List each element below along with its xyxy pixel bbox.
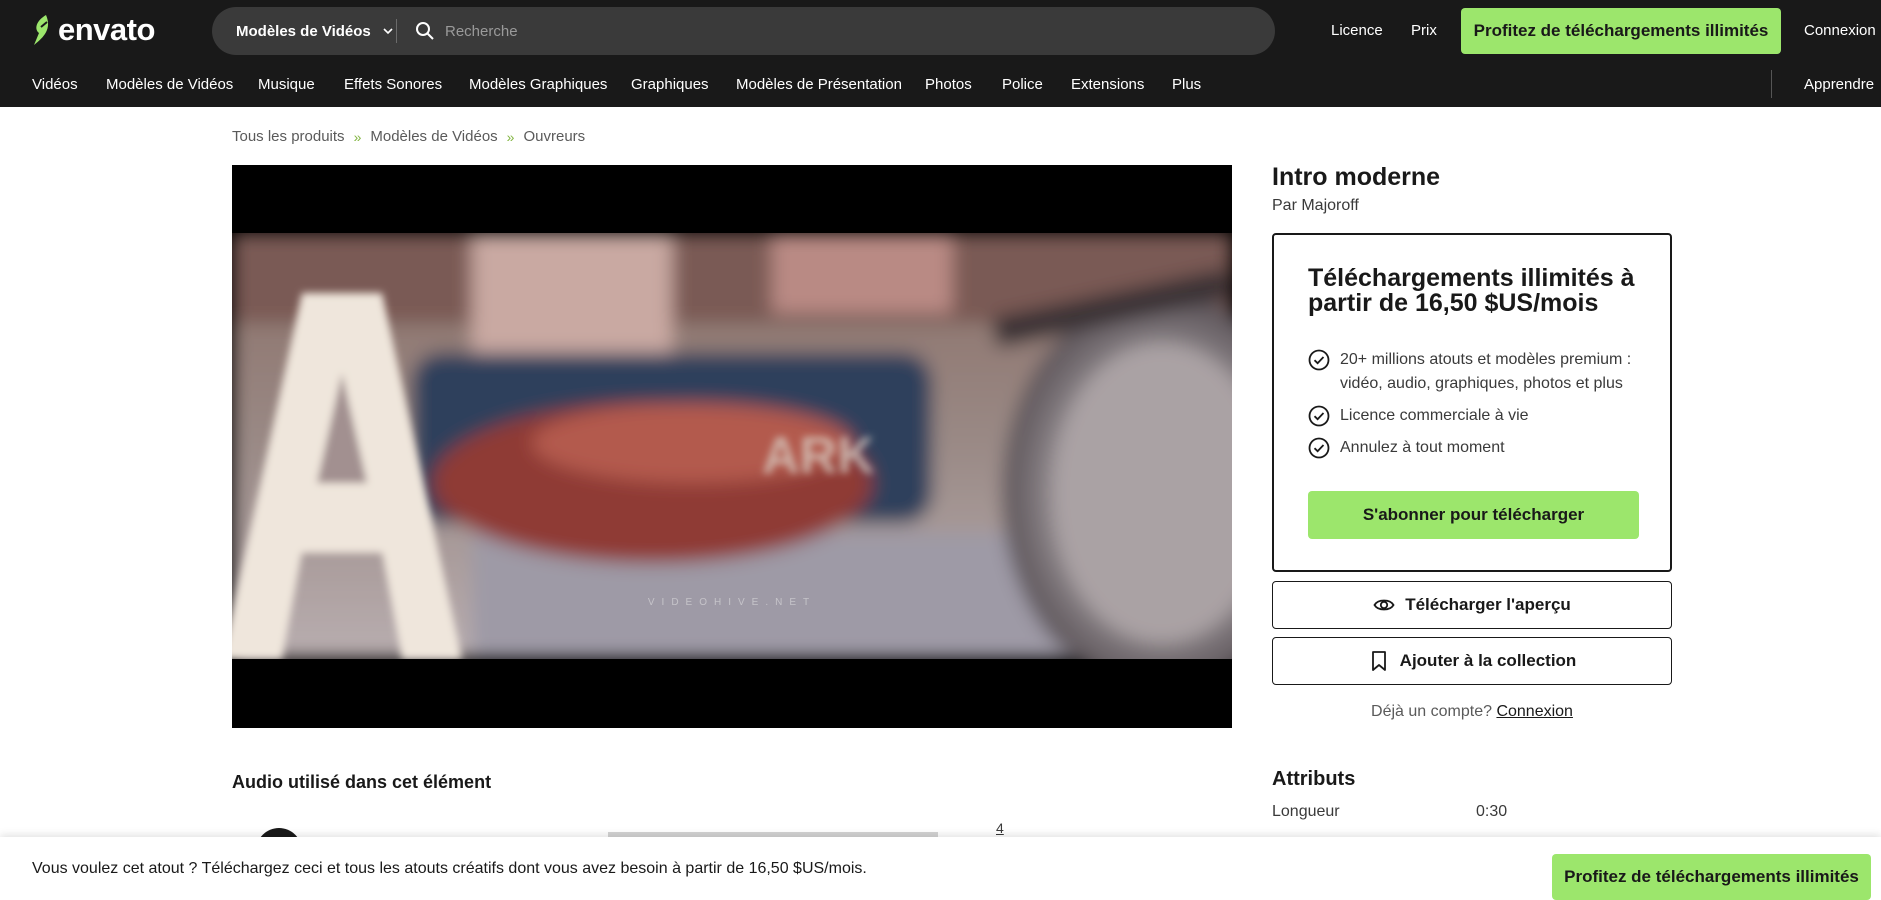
breadcrumb-openers[interactable]: Ouvreurs — [523, 128, 585, 145]
feature-text: Annulez à tout moment — [1340, 439, 1505, 456]
nav-item-fonts[interactable]: Police — [1002, 62, 1043, 107]
nav-item-music[interactable]: Musique — [258, 62, 315, 107]
search-input[interactable] — [445, 22, 1225, 40]
nav-item-more[interactable]: Plus — [1172, 62, 1201, 107]
logo-text: envato — [58, 12, 155, 47]
top-header: envato Modèles de Vidéos Licence Prix Pr… — [0, 0, 1881, 62]
nav-item-graphics[interactable]: Graphiques — [631, 62, 709, 107]
unlimited-downloads-button[interactable]: Profitez de téléchargements illimités — [1461, 8, 1781, 54]
feature-item: Annulez à tout moment — [1308, 436, 1650, 460]
category-nav: Vidéos Modèles de Vidéos Musique Effets … — [0, 62, 1881, 107]
account-question: Déjà un compte? — [1371, 703, 1492, 720]
video-frame: ARK VIDEOHIVE.NET — [232, 233, 1232, 659]
envato-leaf-icon — [34, 15, 49, 45]
product-title: Intro moderne — [1272, 163, 1441, 191]
nav-item-add-ons[interactable]: Extensions — [1071, 62, 1144, 107]
feature-text: Licence commerciale à vie — [1340, 407, 1529, 424]
nav-item-presentation-templates[interactable]: Modèles de Présentation — [736, 62, 902, 107]
add-to-collection-button[interactable]: Ajouter à la collection — [1272, 637, 1672, 685]
breadcrumb-separator: » — [353, 128, 362, 145]
eye-icon — [1373, 599, 1395, 611]
pricing-card: Téléchargements illimités à partir de 16… — [1272, 233, 1672, 572]
banner-text: Vous voulez cet atout ? Téléchargez ceci… — [32, 860, 867, 877]
search-bar: Modèles de Vidéos — [212, 7, 1275, 55]
license-link[interactable]: Licence — [1331, 0, 1383, 62]
nav-divider — [1771, 70, 1772, 98]
audio-count-link[interactable]: 4 — [996, 820, 1004, 836]
breadcrumb-all-products[interactable]: Tous les produits — [232, 128, 345, 145]
add-to-collection-label: Ajouter à la collection — [1399, 651, 1577, 670]
feature-text: 20+ millions atouts et modèles premium :… — [1340, 351, 1632, 392]
breadcrumb: Tous les produits » Modèles de Vidéos » … — [232, 128, 585, 145]
signin-link[interactable]: Connexion — [1804, 0, 1876, 62]
nav-item-photos[interactable]: Photos — [925, 62, 972, 107]
breadcrumb-separator: » — [506, 128, 515, 145]
breadcrumb-video-templates[interactable]: Modèles de Vidéos — [370, 128, 497, 145]
download-preview-label: Télécharger l'aperçu — [1405, 595, 1571, 614]
category-select-label: Modèles de Vidéos — [236, 22, 371, 40]
nav-item-learn[interactable]: Apprendre — [1804, 62, 1874, 107]
video-preview-player[interactable]: ARK VIDEOHIVE.NET — [232, 165, 1232, 728]
product-author[interactable]: Par Majoroff — [1272, 197, 1359, 215]
download-preview-button[interactable]: Télécharger l'aperçu — [1272, 581, 1672, 629]
pricing-link[interactable]: Prix — [1411, 0, 1437, 62]
feature-item: 20+ millions atouts et modèles premium :… — [1308, 348, 1650, 396]
check-circle-icon — [1308, 405, 1330, 427]
envato-logo[interactable]: envato — [30, 12, 155, 47]
nav-item-video-templates[interactable]: Modèles de Vidéos — [106, 62, 233, 107]
audio-section-heading: Audio utilisé dans cet élément — [232, 772, 492, 792]
banner-cta-button[interactable]: Profitez de téléchargements illimités — [1552, 854, 1871, 900]
feature-item: Licence commerciale à vie — [1308, 404, 1650, 428]
subscribe-button[interactable]: S'abonner pour télécharger — [1308, 491, 1639, 539]
video-still-image: ARK VIDEOHIVE.NET — [232, 233, 1232, 659]
pricing-title: Téléchargements illimités à partir de 16… — [1308, 264, 1635, 317]
bottom-promo-banner: Vous voulez cet atout ? Téléchargez ceci… — [0, 837, 1881, 900]
attribute-key-length: Longueur — [1272, 803, 1340, 820]
search-divider — [396, 19, 397, 43]
attribute-value-length: 0:30 — [1476, 803, 1508, 820]
account-signin-link[interactable]: Connexion — [1496, 703, 1573, 720]
category-select[interactable]: Modèles de Vidéos — [212, 7, 396, 55]
bookmark-icon — [1371, 651, 1386, 671]
nav-item-sound-effects[interactable]: Effets Sonores — [344, 62, 442, 107]
nav-item-graphic-templates[interactable]: Modèles Graphiques — [469, 62, 607, 107]
check-circle-icon — [1308, 349, 1330, 371]
attributes-heading: Attributs — [1272, 768, 1356, 790]
chevron-down-icon — [383, 28, 393, 35]
nav-item-videos[interactable]: Vidéos — [32, 62, 78, 107]
account-prompt: Déjà un compte? Connexion — [1272, 703, 1672, 721]
search-icon[interactable] — [415, 21, 435, 41]
video-overlay-letters: ARK — [762, 427, 875, 485]
video-watermark: VIDEOHIVE.NET — [648, 597, 816, 608]
check-circle-icon — [1308, 437, 1330, 459]
